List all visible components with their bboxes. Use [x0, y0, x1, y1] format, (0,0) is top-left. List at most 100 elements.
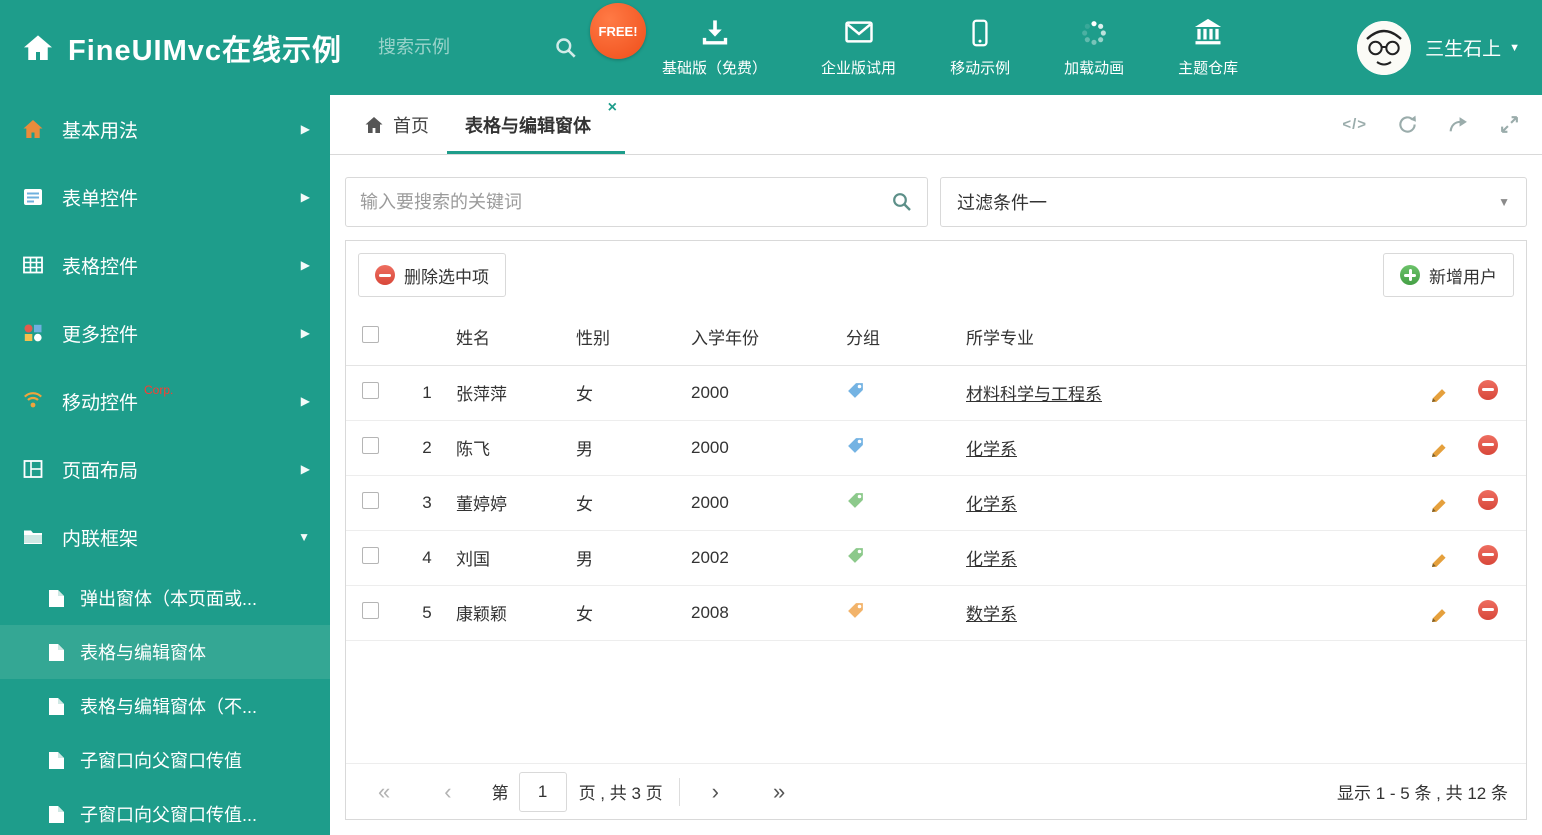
nav-item-enterprise-trial[interactable]: 企业版试用	[821, 17, 896, 78]
chevron-down-icon: ▼	[298, 530, 310, 544]
sidebar: 基本用法 ▶ 表单控件 ▶ 表格控件 ▶ 更多控件 ▶ 移动控件 Corp. ▶…	[0, 95, 330, 835]
delete-row-icon[interactable]	[1478, 379, 1498, 400]
header-search-input[interactable]	[378, 37, 529, 58]
file-icon	[48, 589, 65, 608]
tag-icon[interactable]	[846, 381, 865, 400]
search-icon[interactable]	[554, 36, 578, 60]
expand-icon[interactable]	[1499, 114, 1520, 135]
tag-icon[interactable]	[846, 546, 865, 565]
close-icon[interactable]: ×	[608, 100, 617, 116]
sidebar-subitem-label: 子窗口向父窗口传值	[80, 751, 242, 771]
row-checkbox[interactable]	[362, 436, 379, 454]
nav-item-basic-version[interactable]: FREE! 基础版（免费）	[590, 3, 767, 78]
tag-icon[interactable]	[846, 491, 865, 510]
cell-year: 2002	[691, 530, 846, 586]
nav-item-theme-repo[interactable]: 主题仓库	[1178, 17, 1238, 78]
edit-pencil-icon[interactable]	[1429, 385, 1449, 405]
column-header-gender: 性别	[576, 309, 691, 366]
row-checkbox[interactable]	[362, 601, 379, 619]
delete-selected-button[interactable]: 删除选中项	[358, 253, 506, 297]
delete-row-icon[interactable]	[1478, 599, 1498, 620]
add-user-button[interactable]: 新增用户	[1383, 253, 1514, 297]
sidebar-item-more-controls[interactable]: 更多控件 ▶	[0, 299, 330, 367]
avatar	[1357, 20, 1412, 75]
major-link[interactable]: 材料科学与工程系	[966, 385, 1102, 404]
major-link[interactable]: 化学系	[966, 495, 1017, 514]
prev-page-icon[interactable]: ‹	[430, 779, 465, 805]
nav-item-mobile-demo[interactable]: 移动示例	[950, 17, 1010, 78]
file-icon	[48, 805, 65, 824]
table-row: 4 刘国 男 2002 化学系	[346, 530, 1526, 586]
sidebar-item-grid-controls[interactable]: 表格控件 ▶	[0, 231, 330, 299]
refresh-icon[interactable]	[1397, 114, 1418, 135]
sidebar-item-iframe[interactable]: 内联框架 ▼	[0, 503, 330, 571]
cell-name: 董婷婷	[456, 475, 576, 531]
home-icon	[364, 115, 384, 135]
chevron-right-icon: ▶	[300, 258, 310, 272]
tab-bar: 首页 表格与编辑窗体 × </>	[330, 95, 1542, 155]
row-checkbox[interactable]	[362, 546, 379, 564]
delete-row-icon[interactable]	[1478, 434, 1498, 455]
sidebar-item-page-layout[interactable]: 页面布局 ▶	[0, 435, 330, 503]
filter-dropdown[interactable]: 过滤条件一 ▼	[940, 177, 1527, 227]
delete-row-icon[interactable]	[1478, 489, 1498, 510]
select-all-checkbox[interactable]	[362, 325, 379, 343]
column-header-year: 入学年份	[691, 309, 846, 366]
tab-grid-edit-window[interactable]: 表格与编辑窗体 ×	[447, 95, 625, 154]
header-nav: FREE! 基础版（免费） 企业版试用 移动示例 加载动画 主题仓库	[590, 3, 1238, 78]
next-page-icon[interactable]: ›	[698, 779, 733, 805]
column-header-name: 姓名	[456, 309, 576, 366]
file-icon	[48, 643, 65, 662]
major-link[interactable]: 化学系	[966, 440, 1017, 459]
page-count-text: 页 , 共 3 页	[578, 784, 663, 803]
page-number-input[interactable]	[518, 771, 567, 812]
envelope-icon	[844, 17, 874, 47]
sidebar-subitem-label: 子窗口向父窗口传值...	[80, 805, 258, 825]
nav-item-loading-animations[interactable]: 加载动画	[1064, 17, 1124, 78]
open-new-window-icon[interactable]	[1448, 114, 1469, 135]
sidebar-item-form-controls[interactable]: 表单控件 ▶	[0, 163, 330, 231]
major-link[interactable]: 化学系	[966, 550, 1017, 569]
search-icon[interactable]	[891, 191, 913, 213]
tab-home[interactable]: 首页	[346, 95, 447, 154]
cell-year: 2000	[691, 475, 846, 531]
tag-icon[interactable]	[846, 436, 865, 455]
edit-pencil-icon[interactable]	[1429, 605, 1449, 625]
delete-row-icon[interactable]	[1478, 544, 1498, 565]
row-number: 1	[398, 365, 456, 421]
sidebar-subitem-grid-edit-window[interactable]: 表格与编辑窗体	[0, 625, 330, 679]
sidebar-subitem-grid-edit-window-2[interactable]: 表格与编辑窗体（不...	[0, 679, 330, 733]
user-menu[interactable]: 三生石上 ▼	[1357, 20, 1520, 75]
spinner-icon	[1080, 17, 1108, 47]
cell-name: 刘国	[456, 530, 576, 586]
major-link[interactable]: 数学系	[966, 605, 1017, 624]
sidebar-subitem-child-to-parent-2[interactable]: 子窗口向父窗口传值...	[0, 787, 330, 835]
sidebar-subitem-label: 弹出窗体（本页面或...	[80, 589, 258, 609]
signal-icon	[22, 390, 44, 412]
edit-pencil-icon[interactable]	[1429, 550, 1449, 570]
content-area: 过滤条件一 ▼ 删除选中项 新增用户	[330, 155, 1542, 835]
row-checkbox[interactable]	[362, 491, 379, 509]
keyword-search-input[interactable]	[360, 191, 891, 213]
source-code-icon[interactable]: </>	[1342, 116, 1367, 133]
cell-gender: 女	[576, 475, 691, 531]
record-summary: 显示 1 - 5 条 , 共 12 条	[1337, 784, 1508, 803]
edit-pencil-icon[interactable]	[1429, 440, 1449, 460]
edit-pencil-icon[interactable]	[1429, 495, 1449, 515]
last-page-icon[interactable]: »	[759, 779, 799, 805]
sidebar-item-basic-usage[interactable]: 基本用法 ▶	[0, 95, 330, 163]
chevron-right-icon: ▶	[300, 190, 310, 204]
sidebar-subitem-popup-window[interactable]: 弹出窗体（本页面或...	[0, 571, 330, 625]
logo[interactable]: FineUIMvc在线示例	[22, 27, 342, 69]
layout-icon	[22, 458, 44, 480]
sidebar-item-mobile-controls[interactable]: 移动控件 Corp. ▶	[0, 367, 330, 435]
grid-panel: 删除选中项 新增用户 姓名 性别 入学年份 分组 所学专业 1 张萍萍 女 20…	[345, 240, 1527, 820]
chevron-right-icon: ▶	[300, 462, 310, 476]
row-checkbox[interactable]	[362, 381, 379, 399]
chevron-down-icon: ▼	[1509, 41, 1520, 54]
page-prefix: 第	[491, 784, 509, 803]
first-page-icon[interactable]: «	[364, 779, 404, 805]
table-row: 2 陈飞 男 2000 化学系	[346, 420, 1526, 476]
tag-icon[interactable]	[846, 601, 865, 620]
sidebar-subitem-child-to-parent[interactable]: 子窗口向父窗口传值	[0, 733, 330, 787]
